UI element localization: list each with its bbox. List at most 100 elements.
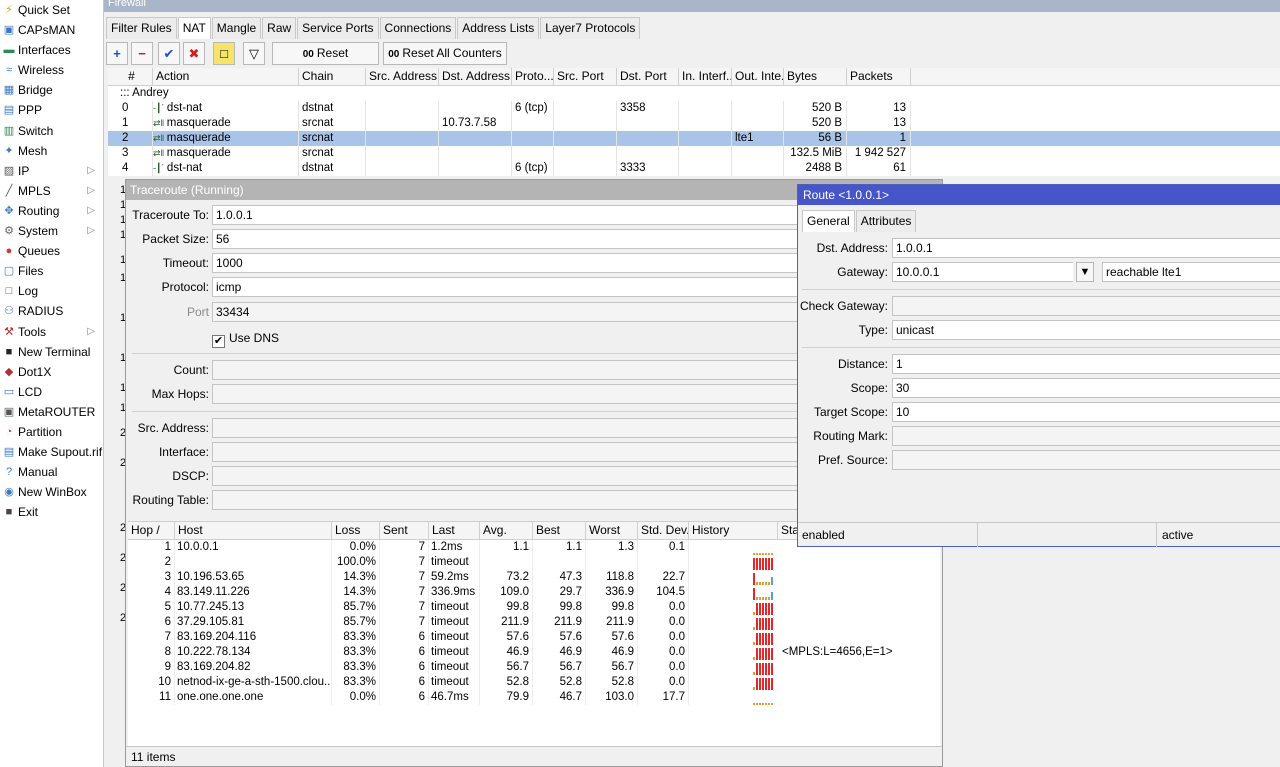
tab-service-ports[interactable]: Service Ports <box>297 17 379 39</box>
table-row[interactable]: 10 netnod-ix-ge-a-sth-1500.clou... 83.3% 6 t… <box>128 675 940 690</box>
menu-item-new-terminal[interactable]: ■ New Terminal <box>0 342 103 362</box>
table-row[interactable]: 5 10.77.245.13 85.7% 7 timeout 99.8 99.8 99.8 0.… <box>128 600 940 615</box>
sent-cell: 6 <box>380 645 429 660</box>
hop-column-header[interactable]: Host <box>175 522 332 540</box>
tab-nat[interactable]: NAT <box>177 17 211 39</box>
menu-item-ip[interactable]: ▨ IP ▷ <box>0 161 103 181</box>
table-row[interactable]: 8 10.222.78.134 83.3% 6 timeout 46.9 46.9 46.9 0… <box>128 645 940 660</box>
menu-item-queues[interactable]: ● Queues <box>0 241 103 261</box>
table-row[interactable]: 7 83.169.204.116 83.3% 6 timeout 57.6 57.6 57.6… <box>128 630 940 645</box>
comment-button[interactable]: □ <box>213 42 235 65</box>
hop-column-header[interactable]: Last <box>429 522 480 540</box>
menu-item-metarouter[interactable]: ▣ MetaROUTER <box>0 402 103 422</box>
table-row[interactable]: 0 -┃´ dst-nat dstnat 6 (tcp) 3358 520 B 13 <box>108 101 1280 116</box>
menu-item-manual[interactable]: ? Manual <box>0 462 103 482</box>
nat-column-header[interactable]: In. Interf... <box>679 68 732 86</box>
menu-item-make-supout-rif[interactable]: ▤ Make Supout.rif <box>0 442 103 462</box>
tab-attributes[interactable]: Attributes <box>855 210 917 232</box>
nat-column-header[interactable]: Dst. Port <box>617 68 679 86</box>
hop-column-header[interactable]: History <box>689 522 778 540</box>
menu-item-routing[interactable]: ✥ Routing ▷ <box>0 201 103 221</box>
menu-item-interfaces[interactable]: ▬ Interfaces <box>0 40 103 60</box>
dropdown-arrow-icon[interactable]: ▼ <box>1076 262 1094 282</box>
reset-counters-button[interactable]: 00Reset Counters <box>272 42 379 82</box>
remove-button[interactable]: − <box>131 42 153 65</box>
menu-item-exit[interactable]: ■ Exit <box>0 502 103 522</box>
menu-item-files[interactable]: ▢ Files <box>0 261 103 281</box>
nat-column-header[interactable]: Chain <box>299 68 366 86</box>
menu-item-radius[interactable]: ⚇ RADIUS <box>0 301 103 321</box>
tab-filter-rules[interactable]: Filter Rules <box>106 17 177 39</box>
distance-input[interactable]: 1 <box>892 354 1280 374</box>
dstnat-icon: -┃´ <box>153 163 167 173</box>
hop-column-header[interactable]: Sent <box>380 522 429 540</box>
submenu-arrow-icon: ▷ <box>87 204 95 216</box>
check-gateway-input[interactable] <box>892 296 1280 316</box>
menu-item-label: Make Supout.rif <box>18 445 103 460</box>
menu-item-tools[interactable]: ⚒ Tools ▷ <box>0 322 103 342</box>
menu-item-ppp[interactable]: ▤ PPP <box>0 100 103 120</box>
menu-item-mesh[interactable]: ✦ Mesh <box>0 141 103 161</box>
type-select[interactable]: unicast <box>892 320 1280 340</box>
table-row[interactable]: 9 83.169.204.82 83.3% 6 timeout 56.7 56.7 56.7 0… <box>128 660 940 675</box>
tab-address-lists[interactable]: Address Lists <box>457 17 540 39</box>
hop-column-header[interactable]: Best <box>533 522 586 540</box>
menu-item-new-winbox[interactable]: ◉ New WinBox <box>0 482 103 502</box>
menu-item-lcd[interactable]: ▭ LCD <box>0 382 103 402</box>
gateway-input[interactable]: 10.0.0.1 <box>892 262 1073 282</box>
route-title[interactable]: Route <1.0.0.1> <box>798 185 1280 205</box>
menu-item-partition[interactable]: ◔ Partition <box>0 422 103 442</box>
table-row[interactable]: 6 37.29.105.81 85.7% 7 timeout 211.9 211.9 211.… <box>128 615 940 630</box>
table-row[interactable]: 4 83.149.11.226 14.3% 7 336.9ms 109.0 29.7 336.… <box>128 585 940 600</box>
menu-item-log[interactable]: □ Log <box>0 281 103 301</box>
table-row[interactable]: 11 one.one.one.one 0.0% 6 46.7ms 79.9 46.7 103.… <box>128 690 940 705</box>
tab-connections[interactable]: Connections <box>379 17 457 39</box>
nat-column-header[interactable]: Action <box>153 68 299 86</box>
routing-mark-input[interactable] <box>892 426 1280 446</box>
menu-item-capsman[interactable]: ▣ CAPsMAN <box>0 20 103 40</box>
tab-mangle[interactable]: Mangle <box>211 17 262 39</box>
dst-address-input[interactable]: 1.0.0.1 <box>892 238 1280 258</box>
tab-raw[interactable]: Raw <box>262 17 297 39</box>
nat-column-header[interactable]: Out. Inte... <box>732 68 784 86</box>
menu-item-switch[interactable]: ▥ Switch <box>0 121 103 141</box>
nat-column-header[interactable]: # <box>108 68 153 86</box>
tab-layer7-protocols[interactable]: Layer7 Protocols <box>540 17 641 39</box>
hop-column-header[interactable]: Hop / <box>128 522 175 540</box>
menu-item-quick-set[interactable]: ⚡ Quick Set <box>0 0 103 20</box>
chain-cell: srcnat <box>299 146 366 161</box>
table-row[interactable]: 1 ⇄‖ masquerade srcnat 10.73.7.58 520 B 13 <box>108 116 1280 131</box>
nat-column-header[interactable]: Proto... <box>512 68 554 86</box>
table-row[interactable]: 2 100.0% 7 timeout <box>128 555 940 570</box>
hop-column-header[interactable]: Worst <box>586 522 638 540</box>
enable-button[interactable]: ✔ <box>158 42 180 65</box>
menu-item-dot1x[interactable]: ◆ Dot1X <box>0 362 103 382</box>
firewall-toolbar: + − ✔ ✖ □ ▽ 00Reset Counters 00Reset All… <box>104 40 1280 82</box>
menu-item-wireless[interactable]: ≈ Wireless <box>0 60 103 80</box>
nat-column-header[interactable]: Packets <box>847 68 911 86</box>
hop-column-header[interactable]: Avg. <box>480 522 533 540</box>
pref-source-input[interactable] <box>892 450 1280 470</box>
menu-item-system[interactable]: ⚙ System ▷ <box>0 221 103 241</box>
target-scope-input[interactable]: 10 <box>892 402 1280 422</box>
sport-cell <box>554 101 617 116</box>
nat-column-header[interactable]: Bytes <box>784 68 847 86</box>
tab-general[interactable]: General <box>802 210 855 232</box>
reset-all-counters-button[interactable]: 00 Reset All Counters <box>383 42 507 65</box>
table-row[interactable]: 3 ⇄‖ masquerade srcnat 132.5 MiB 1 942 527 <box>108 146 1280 161</box>
nat-column-header[interactable]: Dst. Address <box>439 68 512 86</box>
menu-item-bridge[interactable]: ▦ Bridge <box>0 80 103 100</box>
scope-input[interactable]: 30 <box>892 378 1280 398</box>
filter-button[interactable]: ▽ <box>243 42 265 65</box>
hop-column-header[interactable]: Std. Dev. <box>638 522 689 540</box>
nat-column-header[interactable]: Src. Address <box>366 68 439 86</box>
disable-button[interactable]: ✖ <box>183 42 205 65</box>
add-button[interactable]: + <box>106 42 128 65</box>
table-row[interactable]: 3 10.196.53.65 14.3% 7 59.2ms 73.2 47.3 118.8 22… <box>128 570 940 585</box>
table-row[interactable]: 4 -┃´ dst-nat dstnat 6 (tcp) 3333 2488 B 61 <box>108 161 1280 176</box>
table-row[interactable]: 2 ⇄‖ masquerade srcnat lte1 56 B1 <box>108 131 1280 146</box>
hop-column-header[interactable]: Loss <box>332 522 380 540</box>
nat-column-header[interactable]: Src. Port <box>554 68 617 86</box>
menu-item-mpls[interactable]: ╱ MPLS ▷ <box>0 181 103 201</box>
use-dns-checkbox[interactable]: ✔ Use DNS <box>212 330 279 348</box>
